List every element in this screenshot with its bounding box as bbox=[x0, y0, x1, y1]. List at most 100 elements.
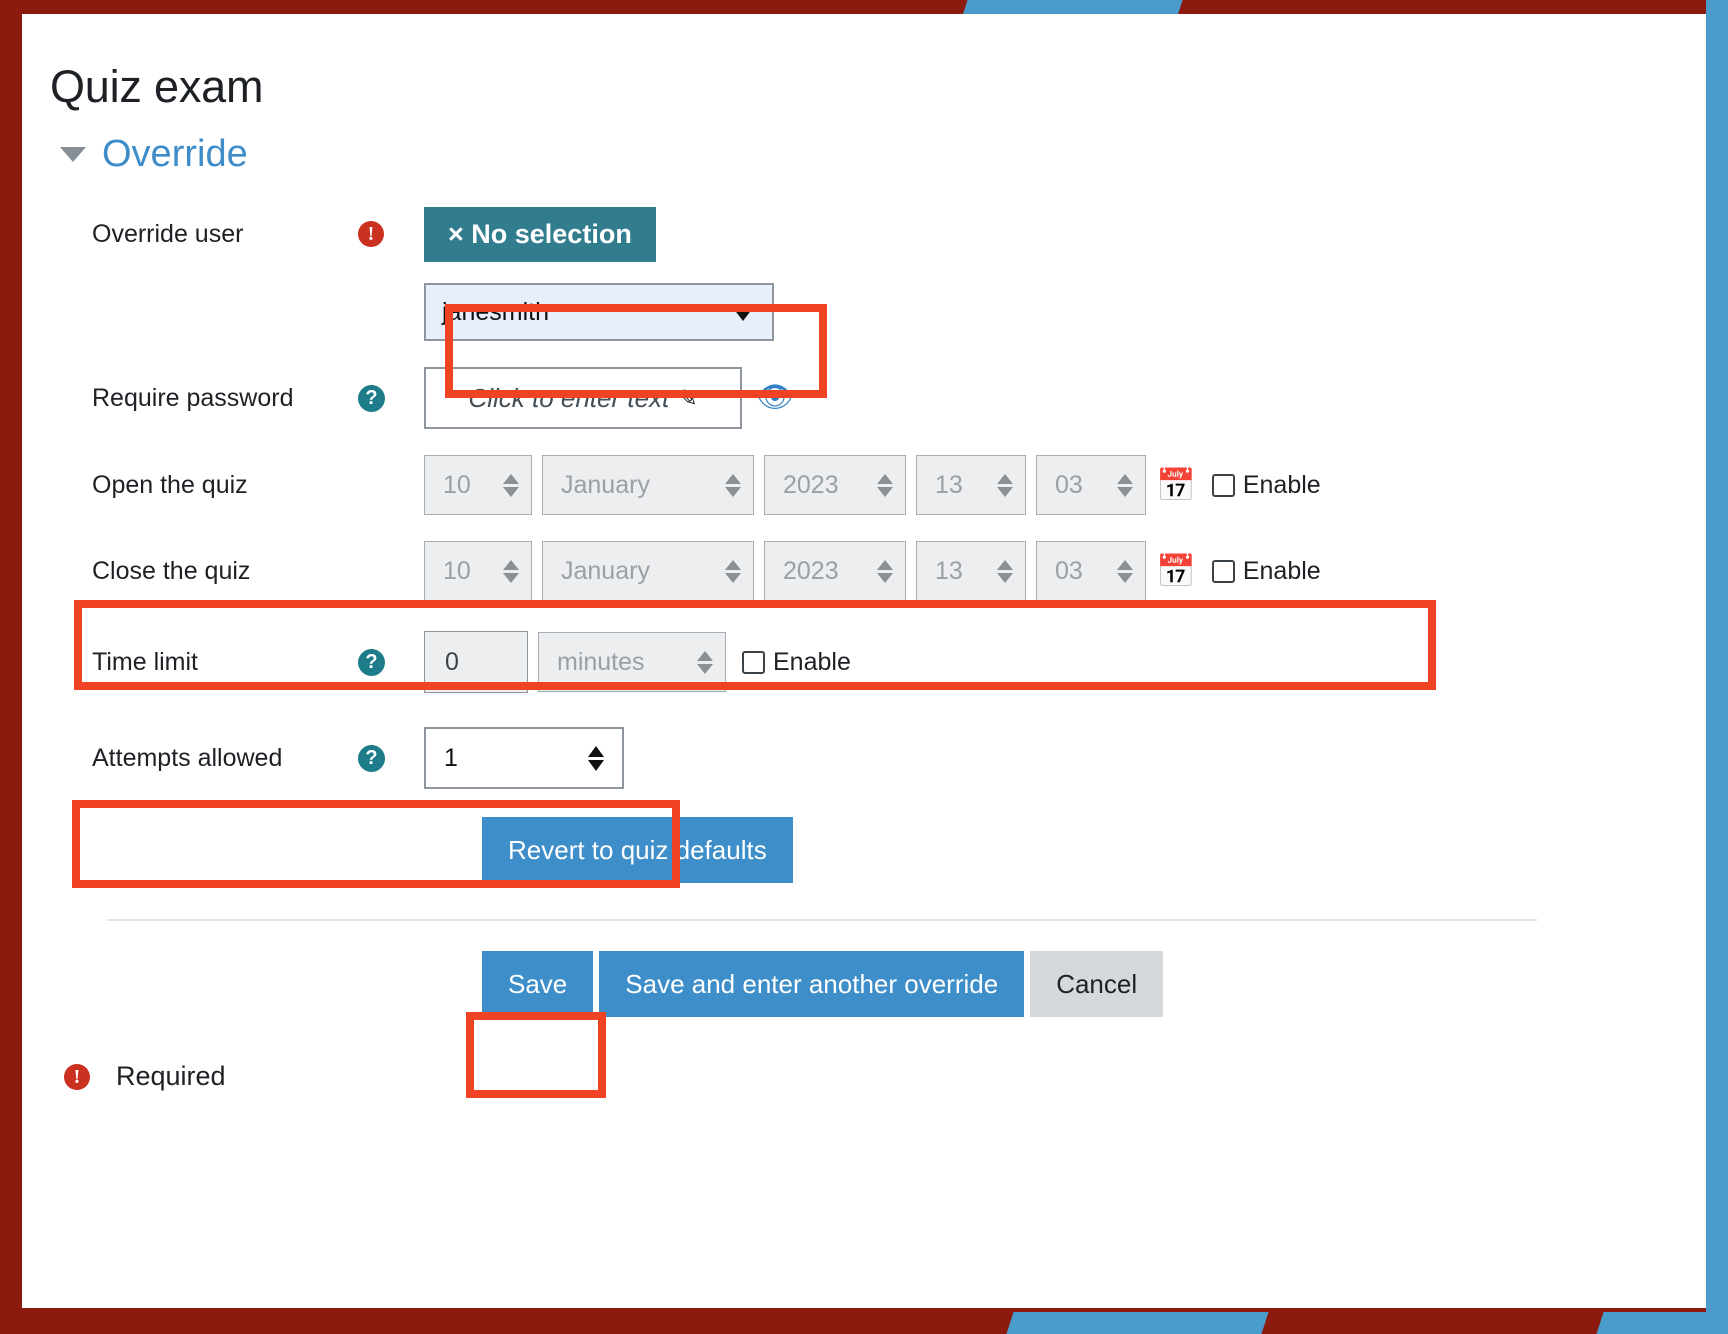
quiz-override-form: Quiz exam Override Override user ! × No … bbox=[22, 14, 1706, 1092]
close-minute-value: 03 bbox=[1055, 556, 1083, 585]
open-minute-value: 03 bbox=[1055, 470, 1083, 499]
open-month-select[interactable]: January bbox=[542, 455, 754, 516]
cancel-button[interactable]: Cancel bbox=[1030, 951, 1164, 1018]
slide-accent-right bbox=[1706, 0, 1728, 1334]
no-selection-badge[interactable]: × No selection bbox=[424, 206, 656, 262]
stepper-icon bbox=[588, 745, 604, 771]
stepper-icon bbox=[1117, 473, 1133, 497]
close-enable-checkbox[interactable] bbox=[1211, 559, 1235, 583]
time-limit-enable-checkbox-wrap[interactable]: Enable bbox=[742, 648, 851, 677]
row-attempts-allowed: Attempts allowed ? 1 bbox=[22, 727, 1706, 790]
attempts-allowed-value: 1 bbox=[444, 743, 458, 772]
row-override-user: Override user ! × No selection bbox=[22, 205, 1706, 263]
slide-accent-bottom-left bbox=[1006, 1312, 1269, 1334]
label-require-password: Require password bbox=[92, 383, 294, 412]
open-day-select[interactable]: 10 bbox=[424, 455, 532, 516]
control-require-password: Click to enter text ✎ 👁 bbox=[424, 367, 794, 430]
calendar-icon[interactable]: 📅 bbox=[1156, 469, 1196, 501]
row-require-password: Require password ? Click to enter text ✎… bbox=[22, 367, 1706, 430]
stepper-icon bbox=[725, 473, 741, 497]
open-hour-select[interactable]: 13 bbox=[916, 455, 1026, 516]
row-close-the-quiz: Close the quiz 10 January 2023 13 03 📅 E… bbox=[22, 541, 1706, 602]
open-day-value: 10 bbox=[443, 470, 471, 499]
control-user-dropdown: janesmith bbox=[424, 283, 774, 342]
label-override-user: Override user bbox=[92, 219, 244, 248]
required-flag-override-user: ! bbox=[352, 221, 424, 248]
user-select[interactable]: janesmith bbox=[424, 283, 774, 342]
close-hour-select[interactable]: 13 bbox=[916, 541, 1026, 602]
close-day-select[interactable]: 10 bbox=[424, 541, 532, 602]
open-month-value: January bbox=[561, 470, 650, 499]
help-icon[interactable]: ? bbox=[358, 384, 385, 412]
time-limit-input[interactable]: 0 bbox=[424, 631, 528, 694]
control-time-limit: 0 minutes Enable bbox=[424, 631, 851, 694]
required-legend-label: Required bbox=[116, 1061, 226, 1092]
help-flag-attempts-allowed: ? bbox=[352, 744, 424, 772]
control-open-the-quiz: 10 January 2023 13 03 📅 Enable bbox=[424, 455, 1321, 516]
stepper-icon bbox=[997, 473, 1013, 497]
row-open-the-quiz: Open the quiz 10 January 2023 13 03 📅 En… bbox=[22, 455, 1706, 516]
required-icon: ! bbox=[64, 1063, 90, 1090]
screenshot-canvas: Quiz exam Override Override user ! × No … bbox=[22, 14, 1706, 1308]
close-month-value: January bbox=[561, 556, 650, 585]
close-enable-checkbox-wrap[interactable]: Enable bbox=[1211, 556, 1321, 586]
control-override-user: × No selection bbox=[424, 206, 656, 262]
stepper-icon bbox=[877, 473, 893, 497]
stepper-icon bbox=[503, 559, 519, 583]
revert-to-quiz-defaults-button[interactable]: Revert to quiz defaults bbox=[482, 817, 793, 884]
stepper-icon bbox=[1117, 559, 1133, 583]
user-select-value: janesmith bbox=[442, 297, 549, 326]
open-year-select[interactable]: 2023 bbox=[764, 455, 906, 516]
label-attempts-allowed: Attempts allowed bbox=[92, 743, 283, 772]
stepper-icon bbox=[877, 559, 893, 583]
form-divider bbox=[107, 919, 1537, 922]
row-user-dropdown: janesmith bbox=[22, 281, 1706, 343]
control-attempts-allowed: 1 bbox=[424, 727, 624, 790]
open-enable-label: Enable bbox=[1242, 470, 1321, 499]
section-header-override[interactable]: Override bbox=[60, 133, 1706, 176]
revert-button-row: Revert to quiz defaults bbox=[482, 817, 1706, 884]
chevron-down-icon bbox=[730, 303, 756, 321]
open-minute-select[interactable]: 03 bbox=[1036, 455, 1146, 516]
open-hour-value: 13 bbox=[935, 470, 963, 499]
calendar-icon[interactable]: 📅 bbox=[1156, 555, 1196, 587]
close-year-value: 2023 bbox=[783, 556, 839, 585]
pencil-icon: ✎ bbox=[678, 384, 698, 411]
row-time-limit: Time limit ? 0 minutes Enable bbox=[22, 631, 1706, 694]
close-year-select[interactable]: 2023 bbox=[764, 541, 906, 602]
help-icon[interactable]: ? bbox=[358, 648, 385, 676]
required-legend: ! Required bbox=[64, 1061, 1706, 1092]
section-title[interactable]: Override bbox=[102, 133, 248, 176]
time-limit-unit-value: minutes bbox=[557, 647, 645, 676]
close-minute-select[interactable]: 03 bbox=[1036, 541, 1146, 602]
save-and-enter-another-override-button[interactable]: Save and enter another override bbox=[599, 951, 1025, 1018]
close-month-select[interactable]: January bbox=[542, 541, 754, 602]
label-time-limit: Time limit bbox=[92, 647, 199, 676]
close-day-value: 10 bbox=[443, 556, 471, 585]
help-icon[interactable]: ? bbox=[358, 744, 385, 772]
form-actions-row: Save Save and enter another override Can… bbox=[482, 951, 1706, 1018]
stepper-icon bbox=[697, 650, 713, 674]
stepper-icon bbox=[997, 559, 1013, 583]
eye-icon[interactable]: 👁 bbox=[756, 383, 794, 413]
help-flag-time-limit: ? bbox=[352, 648, 424, 676]
close-enable-label: Enable bbox=[1242, 556, 1321, 585]
save-button[interactable]: Save bbox=[482, 951, 594, 1018]
open-year-value: 2023 bbox=[783, 470, 839, 499]
label-close-the-quiz: Close the quiz bbox=[92, 556, 251, 585]
open-enable-checkbox-wrap[interactable]: Enable bbox=[1211, 470, 1321, 500]
control-close-the-quiz: 10 January 2023 13 03 📅 Enable bbox=[424, 541, 1321, 602]
time-limit-enable-label: Enable bbox=[773, 647, 851, 676]
time-limit-value: 0 bbox=[445, 647, 459, 676]
time-limit-enable-checkbox[interactable] bbox=[742, 650, 765, 674]
password-input[interactable]: Click to enter text ✎ bbox=[424, 367, 742, 430]
help-flag-require-password: ? bbox=[352, 384, 424, 412]
required-icon: ! bbox=[358, 221, 384, 248]
label-open-the-quiz: Open the quiz bbox=[92, 470, 248, 499]
open-enable-checkbox[interactable] bbox=[1211, 473, 1235, 497]
stepper-icon bbox=[725, 559, 741, 583]
password-placeholder: Click to enter text bbox=[468, 382, 670, 413]
chevron-down-icon[interactable] bbox=[60, 146, 86, 162]
attempts-allowed-select[interactable]: 1 bbox=[424, 727, 624, 790]
time-limit-unit-select[interactable]: minutes bbox=[538, 632, 726, 693]
